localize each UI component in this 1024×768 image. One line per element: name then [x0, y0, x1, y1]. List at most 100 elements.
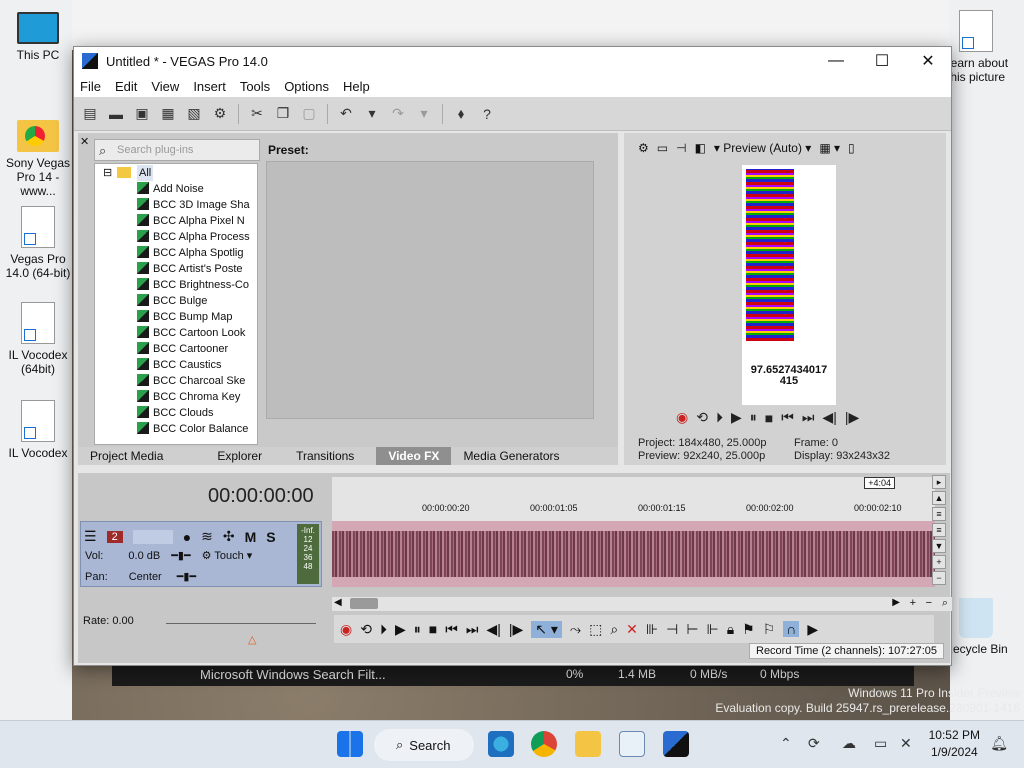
- plugin-list-item[interactable]: Add Noise: [137, 181, 204, 197]
- scroll-thumb[interactable]: [350, 598, 378, 609]
- desktop-icon-il-vocodex-64[interactable]: IL Vocodex (64bit): [2, 302, 74, 376]
- trim-end-icon[interactable]: ⊢: [686, 621, 698, 638]
- audio-event-waveform[interactable]: [332, 521, 935, 587]
- preview-settings-gear-icon[interactable]: ⚙: [638, 141, 649, 155]
- tree-root-all[interactable]: All: [137, 165, 154, 181]
- stop-icon[interactable]: ■: [765, 410, 773, 426]
- zoom-tool-icon[interactable]: ⌕: [942, 597, 948, 610]
- previous-frame-icon[interactable]: ◀|: [486, 621, 500, 638]
- automation-mode[interactable]: ⚙ Touch ▾: [202, 550, 253, 562]
- plugin-list-item[interactable]: BCC Clouds: [137, 405, 214, 421]
- show-hidden-icons-icon[interactable]: ⌃: [780, 735, 792, 752]
- insert-region-icon[interactable]: ⚐: [763, 621, 776, 638]
- plugin-list-item[interactable]: BCC Cartooner: [137, 341, 228, 357]
- selection-tool-icon[interactable]: ⬚: [589, 621, 602, 638]
- undo-icon[interactable]: ↶: [336, 104, 356, 124]
- go-to-end-icon[interactable]: ⏭: [802, 409, 815, 426]
- auto-ripple-icon[interactable]: ▶: [807, 621, 818, 638]
- grid-icon[interactable]: ▦ ▾: [819, 141, 840, 155]
- new-file-icon[interactable]: ▤: [80, 104, 100, 124]
- title-bar[interactable]: Untitled * - VEGAS Pro 14.0 — ☐ ✕: [74, 47, 951, 75]
- envelope-tool-icon[interactable]: ⤳: [570, 621, 581, 638]
- track-name-field[interactable]: [132, 529, 173, 544]
- plugin-tree[interactable]: ⊟ All Add Noise BCC 3D Image Sha BCC Alpha…: [94, 163, 258, 445]
- plugin-list-item[interactable]: BCC Bump Map: [137, 309, 232, 325]
- redo-icon[interactable]: ↷: [388, 104, 408, 124]
- delete-icon[interactable]: ✕: [626, 621, 638, 638]
- automation-icon[interactable]: ✣: [223, 528, 235, 545]
- sync-icon[interactable]: ⟳: [808, 735, 820, 752]
- plugin-list-item[interactable]: BCC Cartoon Look: [137, 325, 245, 341]
- play-icon[interactable]: ▶: [395, 621, 406, 638]
- open-folder-icon[interactable]: ▬: [106, 104, 126, 124]
- insert-marker-icon[interactable]: ⚑: [742, 621, 755, 638]
- close-button[interactable]: ✕: [905, 47, 951, 75]
- horizontal-scrollbar[interactable]: ◀ ▶ + − ⌕: [332, 597, 952, 611]
- scroll-up-icon[interactable]: ▲: [932, 491, 946, 505]
- menu-help[interactable]: Help: [343, 79, 370, 94]
- vegas-pro-taskbar-icon[interactable]: [663, 731, 689, 757]
- tab-project-media[interactable]: Project Media: [78, 447, 175, 465]
- trim-icon[interactable]: ⊪: [646, 621, 658, 638]
- task-manager-icon[interactable]: [619, 731, 645, 757]
- next-frame-icon[interactable]: |▶: [509, 621, 523, 638]
- pane-close-icon[interactable]: ✕: [80, 135, 89, 148]
- tree-collapse-icon[interactable]: ⊟: [103, 165, 112, 181]
- desktop-icon-vegas-pro[interactable]: Vegas Pro 14.0 (64-bit): [2, 206, 74, 280]
- track-expand-icon[interactable]: ☰: [84, 528, 97, 545]
- external-monitor-icon[interactable]: ▭: [657, 141, 668, 155]
- split-screen-icon[interactable]: ⊣: [676, 141, 686, 155]
- vertical-scrollbar[interactable]: ≡: [932, 507, 946, 521]
- play-from-start-icon[interactable]: ⏵: [380, 621, 387, 638]
- plugin-list-item[interactable]: BCC Artist's Poste: [137, 261, 243, 277]
- zoom-in-time-icon[interactable]: +: [910, 597, 916, 609]
- taskbar-search-button[interactable]: ⌕ Search: [374, 729, 474, 761]
- minimize-button[interactable]: —: [813, 47, 859, 75]
- whats-this-help-icon[interactable]: ?: [477, 104, 497, 124]
- vertical-scroll-thumb[interactable]: ≡: [932, 523, 946, 537]
- scroll-left-icon[interactable]: ◀: [334, 597, 342, 608]
- file-explorer-icon[interactable]: [575, 731, 601, 757]
- menu-view[interactable]: View: [151, 79, 179, 94]
- solo-button[interactable]: S: [266, 529, 275, 545]
- eyedropper-icon[interactable]: ⬧: [451, 104, 471, 124]
- render-icon[interactable]: ▧: [184, 104, 204, 124]
- copy-icon[interactable]: ❐: [273, 104, 293, 124]
- cut-icon[interactable]: ✂: [247, 104, 267, 124]
- trim-start-icon[interactable]: ⊣: [666, 621, 678, 638]
- zoom-edit-tool-icon[interactable]: ⌕: [610, 621, 618, 638]
- split-icon[interactable]: ⊩: [707, 621, 719, 638]
- plugin-list-item[interactable]: BCC Caustics: [137, 357, 221, 373]
- previous-frame-icon[interactable]: ◀|: [822, 409, 836, 426]
- marker-icon[interactable]: ▸: [932, 475, 946, 489]
- play-from-start-icon[interactable]: ⏵: [716, 409, 723, 426]
- tab-media-generators[interactable]: Media Generators: [451, 447, 571, 465]
- menu-file[interactable]: File: [80, 79, 101, 94]
- go-to-start-icon[interactable]: ⏮: [445, 621, 458, 638]
- redo-dropdown-icon[interactable]: ▾: [414, 104, 434, 124]
- zoom-in-icon[interactable]: +: [932, 555, 946, 569]
- next-frame-icon[interactable]: |▶: [845, 409, 859, 426]
- menu-insert[interactable]: Insert: [193, 79, 226, 94]
- plugin-list-item[interactable]: BCC Chroma Key: [137, 389, 240, 405]
- mute-speaker-icon[interactable]: ✕: [900, 735, 912, 752]
- go-to-end-icon[interactable]: ⏭: [466, 621, 479, 638]
- paste-icon[interactable]: ▢: [299, 104, 319, 124]
- rate-slider-thumb[interactable]: △: [248, 633, 256, 646]
- zoom-out-time-icon[interactable]: −: [926, 597, 932, 609]
- tab-transitions[interactable]: Transitions: [284, 447, 366, 465]
- fx-icon[interactable]: ≋: [201, 528, 213, 545]
- undo-dropdown-icon[interactable]: ▾: [362, 104, 382, 124]
- plugin-list-item[interactable]: BCC Alpha Process: [137, 229, 250, 245]
- tab-video-fx[interactable]: Video FX: [376, 447, 452, 465]
- normal-edit-tool-icon[interactable]: ↖ ▾: [531, 620, 562, 638]
- overlays-icon[interactable]: ◧: [695, 141, 706, 155]
- save-as-icon[interactable]: ▦: [158, 104, 178, 124]
- copy-snapshot-icon[interactable]: ▯: [848, 141, 855, 155]
- lock-icon[interactable]: 🔒︎: [727, 621, 734, 638]
- snapping-magnet-icon[interactable]: ∩: [783, 621, 800, 637]
- play-icon[interactable]: ▶: [731, 409, 742, 426]
- volume-slider[interactable]: ━▮━: [171, 550, 190, 562]
- plugin-list-item[interactable]: BCC Charcoal Ske: [137, 373, 245, 389]
- menu-tools[interactable]: Tools: [240, 79, 270, 94]
